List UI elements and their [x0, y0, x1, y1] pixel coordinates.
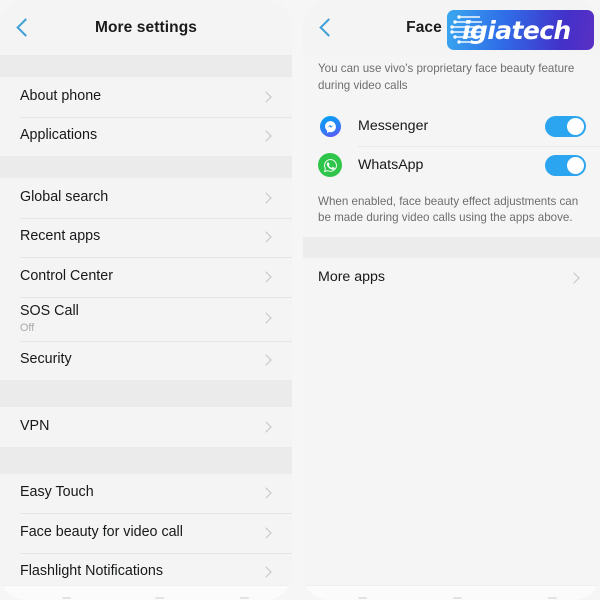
settings-group-4: Easy Touch Face beauty for video call Fl… — [0, 473, 292, 592]
row-label: Recent apps — [20, 228, 101, 245]
settings-row-applications[interactable]: Applications — [0, 116, 292, 156]
row-label: Security — [20, 351, 72, 368]
chevron-right-icon — [260, 487, 272, 499]
row-label: Face beauty for video call — [20, 523, 183, 540]
chevron-right-icon — [260, 311, 272, 324]
settings-row-about-phone[interactable]: About phone — [0, 77, 292, 117]
settings-row-easy-touch[interactable]: Easy Touch — [0, 473, 292, 513]
more-apps-label: More apps — [318, 268, 386, 285]
group-separator — [0, 446, 292, 474]
toggle-messenger[interactable] — [545, 115, 586, 137]
group-separator — [0, 156, 292, 178]
whatsapp-icon — [318, 153, 342, 178]
chevron-left-icon — [15, 18, 35, 37]
cutoff-artifact — [62, 597, 71, 599]
messenger-bolt-glyph — [324, 120, 336, 133]
row-text-wrap: Security — [20, 351, 262, 369]
whatsapp-phone-glyph — [323, 158, 337, 172]
chevron-right-icon — [260, 421, 272, 433]
row-text-wrap: Global search — [20, 189, 262, 207]
settings-row-face-beauty-video-call[interactable]: Face beauty for video call — [0, 513, 292, 553]
cutoff-artifact — [240, 597, 249, 599]
cutoff-artifact — [155, 597, 164, 599]
left-bottom-cutoff — [0, 585, 292, 600]
row-label: Easy Touch — [20, 484, 94, 501]
app-row-messenger[interactable]: Messenger — [303, 107, 600, 146]
digiatech-watermark-logo: igiatech — [447, 10, 594, 50]
toggle-knob — [567, 117, 584, 135]
row-text-wrap: SOS Call Off — [20, 303, 262, 336]
row-text-wrap: Easy Touch — [20, 484, 262, 502]
left-back-button[interactable] — [0, 0, 46, 55]
cutoff-artifact — [453, 597, 462, 599]
cutoff-artifact — [358, 597, 367, 599]
row-text-wrap: About phone — [20, 88, 262, 106]
settings-row-vpn[interactable]: VPN — [0, 407, 292, 447]
face-beauty-description-bottom: When enabled, face beauty effect adjustm… — [303, 184, 600, 238]
chevron-right-icon — [260, 271, 272, 283]
group-separator — [0, 55, 292, 77]
more-apps-row[interactable]: More apps — [303, 258, 600, 298]
chevron-right-icon — [260, 354, 272, 366]
chevron-right-icon — [260, 231, 272, 243]
settings-group-3: VPN — [0, 407, 292, 447]
settings-row-global-search[interactable]: Global search — [0, 178, 292, 218]
settings-row-security[interactable]: Security — [0, 340, 292, 380]
chevron-right-icon — [260, 130, 272, 142]
chevron-right-icon — [260, 192, 272, 204]
row-text-wrap: Face beauty for video call — [20, 524, 262, 542]
row-label: SOS Call — [20, 302, 79, 319]
group-separator — [0, 380, 292, 407]
chevron-right-icon — [260, 566, 272, 578]
row-text-wrap: Applications — [20, 127, 262, 145]
app-row-whatsapp[interactable]: WhatsApp — [303, 145, 600, 185]
toggle-knob — [567, 156, 584, 174]
left-nav-header: More settings — [0, 0, 292, 55]
row-label: VPN — [20, 417, 50, 434]
settings-group-1: About phone Applications — [0, 77, 292, 156]
settings-row-control-center[interactable]: Control Center — [0, 257, 292, 297]
row-text-wrap: Control Center — [20, 268, 262, 286]
toggle-whatsapp[interactable] — [545, 154, 586, 176]
chevron-right-icon — [260, 527, 272, 539]
row-text-wrap: VPN — [20, 418, 262, 436]
messenger-icon — [318, 114, 342, 139]
face-beauty-description-top: You can use vivo's proprietary face beau… — [303, 55, 600, 107]
settings-row-recent-apps[interactable]: Recent apps — [0, 217, 292, 257]
chevron-right-icon — [568, 272, 580, 284]
row-text-wrap: Recent apps — [20, 228, 262, 246]
chevron-right-icon — [260, 91, 272, 103]
row-sublabel: Off — [20, 322, 35, 335]
chevron-left-icon — [318, 18, 338, 37]
right-back-button[interactable] — [303, 0, 349, 55]
app-toggle-group: Messenger WhatsApp — [303, 106, 600, 185]
row-label: Control Center — [20, 267, 113, 284]
right-bottom-cutoff — [303, 585, 600, 600]
row-label: Flashlight Notifications — [20, 563, 164, 580]
cutoff-artifact — [548, 597, 557, 599]
row-label: About phone — [20, 87, 102, 104]
messenger-icon-circle — [319, 115, 341, 137]
right-phone-screen: Face beauty — [303, 0, 600, 600]
dual-screenshot-container: More settings About phone Applications G… — [0, 0, 600, 600]
row-label: Applications — [20, 127, 98, 144]
group-separator — [303, 237, 600, 259]
app-name-label: WhatsApp — [358, 157, 424, 174]
left-phone-screen: More settings About phone Applications G… — [0, 0, 292, 600]
watermark-text: igiatech — [462, 15, 571, 45]
app-name-label: Messenger — [358, 118, 429, 135]
settings-group-2: Global search Recent apps Control Center… — [0, 178, 292, 380]
settings-row-sos-call[interactable]: SOS Call Off — [0, 296, 292, 341]
row-text-wrap: Flashlight Notifications — [20, 563, 262, 581]
row-label: Global search — [20, 188, 109, 205]
